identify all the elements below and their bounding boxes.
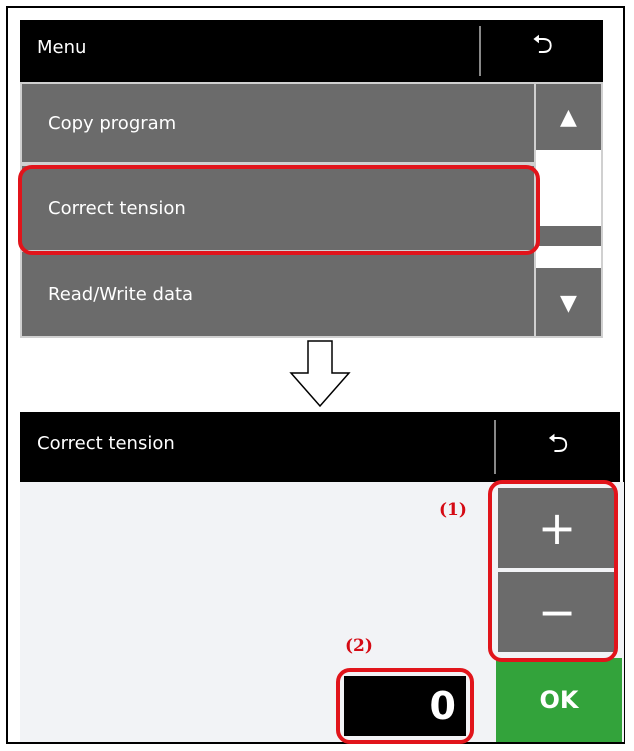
menu-header: Menu ⮌ bbox=[20, 20, 603, 82]
triangle-down-icon: ▼ bbox=[560, 290, 577, 316]
correct-tension-header: Correct tension ⮌ bbox=[20, 412, 620, 482]
back-button[interactable]: ⮌ bbox=[496, 414, 620, 480]
menu-title: Menu bbox=[37, 37, 87, 58]
back-button[interactable]: ⮌ bbox=[482, 20, 603, 76]
annotation-label-2: (2) bbox=[345, 636, 373, 656]
down-arrow-icon bbox=[289, 340, 351, 408]
scrollbar[interactable]: ▲ ▼ bbox=[536, 84, 601, 336]
menu-item-label: Read/Write data bbox=[48, 283, 194, 305]
triangle-up-icon: ▲ bbox=[560, 104, 577, 130]
highlight-plus-minus bbox=[488, 480, 618, 662]
scroll-down-button[interactable]: ▼ bbox=[536, 270, 601, 336]
scrollbar-track-light-lower bbox=[536, 246, 601, 268]
scroll-up-button[interactable]: ▲ bbox=[536, 84, 601, 150]
annotation-label-1: (1) bbox=[439, 500, 467, 520]
menu-item-read-write-data[interactable]: Read/Write data bbox=[22, 252, 534, 336]
highlight-correct-tension bbox=[18, 165, 540, 255]
back-arrow-icon: ⮌ bbox=[532, 30, 553, 60]
scrollbar-track-light bbox=[536, 150, 601, 226]
header-separator bbox=[479, 26, 481, 76]
back-arrow-icon: ⮌ bbox=[547, 429, 569, 459]
correct-tension-screen: Correct tension ⮌ + − 0 OK (1) (2) bbox=[20, 412, 624, 744]
menu-screen: Menu ⮌ Copy program Correct tension Read… bbox=[18, 20, 603, 338]
screen-title: Correct tension bbox=[37, 433, 175, 454]
ok-button[interactable]: OK bbox=[496, 658, 622, 742]
menu-item-copy-program[interactable]: Copy program bbox=[22, 84, 534, 162]
ok-label: OK bbox=[539, 686, 579, 714]
highlight-value bbox=[336, 668, 474, 744]
menu-item-label: Copy program bbox=[48, 112, 177, 134]
